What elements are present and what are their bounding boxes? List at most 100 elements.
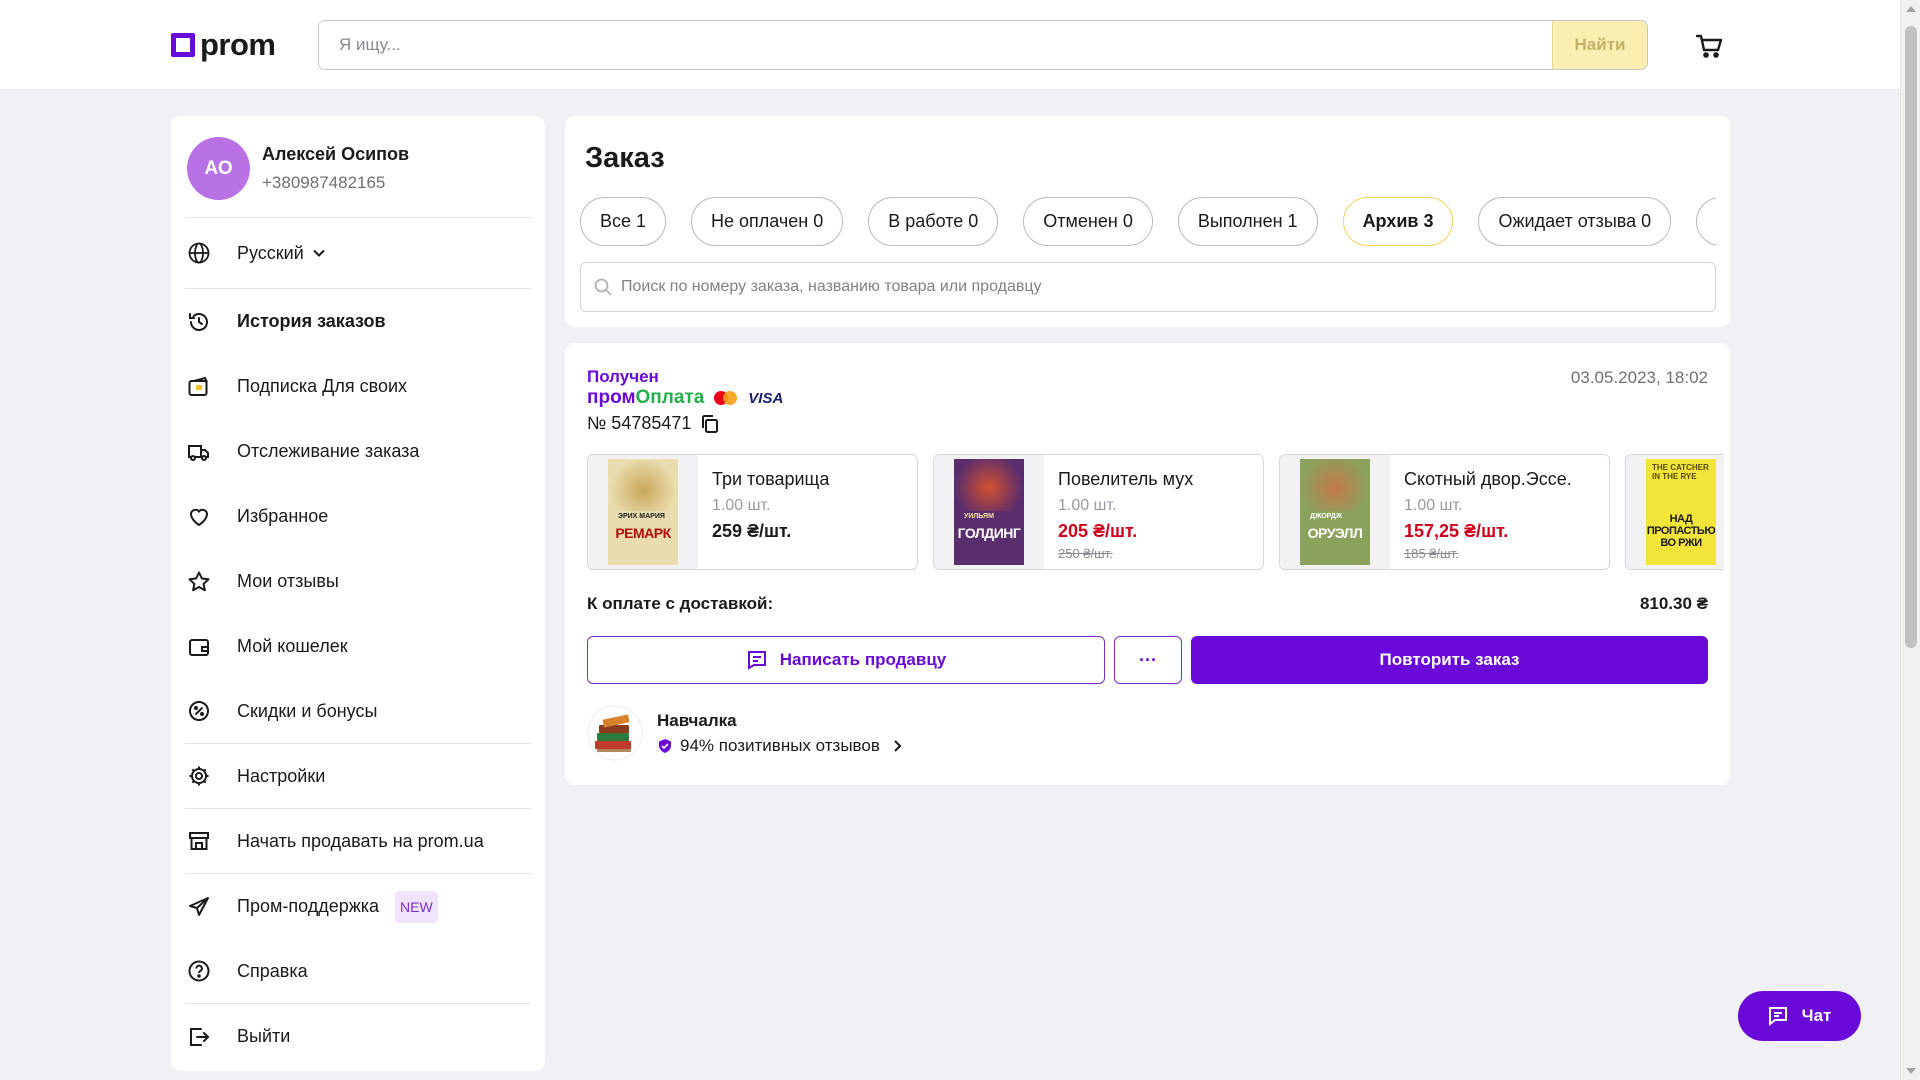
seller-logo bbox=[587, 705, 643, 761]
profile-phone: +380987482165 bbox=[262, 173, 386, 192]
write-seller-button[interactable]: Написать продавцу bbox=[587, 636, 1105, 684]
sidebar-item-order-history[interactable]: История заказов bbox=[185, 289, 531, 354]
sidebar-item-subscription[interactable]: Подписка Для своих bbox=[185, 354, 531, 419]
prom-logo[interactable]: prom bbox=[171, 27, 276, 62]
seller-rating-text: 94% позитивных отзывов bbox=[680, 735, 880, 755]
product-title: Повелитель мух bbox=[1058, 469, 1194, 489]
avatar: АО bbox=[187, 137, 250, 200]
seller-name: Навчалка bbox=[657, 710, 737, 730]
tab-all[interactable]: Все 1 bbox=[580, 197, 667, 246]
product-info: Повелитель мух 1.00 шт. 205 ₴/шт. 250 ₴/… bbox=[1044, 455, 1193, 569]
product-card[interactable]: ДЖОРДЖ ОРУЭЛЛ Скотный двор.Эссе. 1.00 шт… bbox=[1279, 454, 1610, 570]
sidebar-item-label: Подписка Для своих bbox=[237, 376, 408, 396]
scroll-down-icon[interactable] bbox=[1906, 1068, 1916, 1074]
sidebar-item-support[interactable]: Пром-поддержка NEW bbox=[185, 874, 531, 939]
total-label: К оплате с доставкой: bbox=[587, 594, 774, 613]
tab-awaiting-review[interactable]: Ожидает отзыва 0 bbox=[1478, 197, 1672, 246]
product-price: 205 ₴/шт. bbox=[1058, 521, 1138, 541]
product-card[interactable]: ЭРИХ МАРИЯ РЕМАРК Три товарища 1.00 шт. … bbox=[587, 454, 918, 570]
tab-archive[interactable]: Архив 3 bbox=[1342, 197, 1454, 246]
sidebar-item-reviews[interactable]: Мои отзывы bbox=[185, 549, 531, 614]
order-card: Получен пром Оплата VISA № 54785471 03.05… bbox=[565, 343, 1730, 785]
logo-text: prom bbox=[200, 27, 276, 62]
scroll-up-icon[interactable] bbox=[1906, 6, 1916, 12]
search-button[interactable]: Найти bbox=[1552, 21, 1647, 69]
profile-block[interactable]: АО Алексей Осипов +380987482165 bbox=[185, 116, 531, 218]
sidebar-item-logout[interactable]: Выйти bbox=[185, 1004, 531, 1069]
sidebar-item-tracking[interactable]: Отслеживание заказа bbox=[185, 419, 531, 484]
product-card[interactable]: УИЛЬЯМ ГОЛДИНГ Повелитель мух 1.00 шт. 2… bbox=[933, 454, 1264, 570]
write-seller-label: Написать продавцу bbox=[779, 650, 947, 669]
tab-completed[interactable]: Выполнен 1 bbox=[1177, 197, 1318, 246]
order-number: № 54785471 bbox=[587, 413, 720, 434]
payment-method: пром Оплата VISA bbox=[587, 387, 783, 409]
total-value: 810.30 ₴ bbox=[1639, 594, 1708, 613]
profile-info: Алексей Осипов +380987482165 bbox=[262, 144, 409, 193]
search-input[interactable] bbox=[319, 21, 1552, 69]
product-old-price: 185 ₴/шт. bbox=[1404, 546, 1459, 561]
product-title: Скотный двор.Эссе. bbox=[1404, 469, 1572, 489]
product-list: ЭРИХ МАРИЯ РЕМАРК Три товарища 1.00 шт. … bbox=[587, 454, 1724, 574]
order-number-text: № 54785471 bbox=[587, 413, 692, 433]
search-bar: Найти bbox=[318, 20, 1648, 70]
sidebar-item-label: Избранное bbox=[237, 506, 329, 526]
order-date: 03.05.2023, 18:02 bbox=[1570, 368, 1708, 387]
truck-icon bbox=[188, 444, 209, 461]
copy-icon[interactable] bbox=[700, 414, 720, 434]
more-actions-button[interactable]: ··· bbox=[1114, 636, 1182, 684]
tab-in-progress[interactable]: В работе 0 bbox=[868, 197, 999, 246]
page-scrollbar[interactable] bbox=[1900, 0, 1920, 1080]
chat-button[interactable]: Чат bbox=[1738, 991, 1861, 1041]
product-qty: 1.00 шт. bbox=[1404, 497, 1463, 514]
product-info: Скотный двор.Эссе. 1.00 шт. 157,25 ₴/шт.… bbox=[1390, 455, 1572, 569]
sidebar-item-settings[interactable]: Настройки bbox=[185, 744, 531, 809]
tab-more[interactable]: Пр bbox=[1696, 197, 1716, 246]
sidebar-item-label: Отслеживание заказа bbox=[237, 441, 420, 461]
seller-rating[interactable]: 94% позитивных отзывов bbox=[657, 736, 904, 756]
paper-plane-icon bbox=[189, 896, 209, 916]
verified-shield-icon bbox=[659, 738, 671, 753]
product-card[interactable]: THE CATCHER IN THE RYE НАД ПРОПАСТЬЮ ВО … bbox=[1625, 454, 1724, 570]
repeat-order-button[interactable]: Повторить заказ bbox=[1191, 636, 1708, 684]
subscription-icon bbox=[188, 376, 208, 396]
sidebar-item-label: Выйти bbox=[237, 1026, 291, 1046]
language-selector[interactable]: Русский bbox=[185, 218, 531, 289]
order-search-input[interactable] bbox=[613, 278, 1715, 296]
product-info: Три товарища 1.00 шт. 259 ₴/шт. bbox=[698, 455, 829, 569]
product-qty: 1.00 шт. bbox=[712, 497, 771, 514]
language-label: Русский bbox=[237, 242, 304, 263]
discount-icon bbox=[189, 701, 209, 721]
message-icon bbox=[747, 651, 766, 670]
profile-name: Алексей Осипов bbox=[262, 144, 410, 164]
help-icon bbox=[188, 960, 210, 982]
sidebar-item-label: Мой кошелек bbox=[237, 636, 348, 656]
sidebar-item-label: Начать продавать на prom.ua bbox=[237, 830, 484, 851]
product-image: ЭРИХ МАРИЯ РЕМАРК bbox=[588, 455, 698, 569]
product-old-price: 250 ₴/шт. bbox=[1058, 546, 1113, 561]
sidebar-item-label: История заказов bbox=[237, 311, 386, 331]
sidebar-item-help[interactable]: Справка bbox=[185, 939, 531, 1004]
book-cover: ЭРИХ МАРИЯ РЕМАРК bbox=[608, 459, 678, 565]
sidebar-item-start-selling[interactable]: Начать продавать на prom.ua bbox=[185, 809, 531, 874]
tab-unpaid[interactable]: Не оплачен 0 bbox=[691, 197, 844, 246]
chevron-right-icon bbox=[894, 739, 902, 752]
oplata-label: Оплата bbox=[635, 387, 705, 408]
product-price: 157,25 ₴/шт. bbox=[1404, 521, 1509, 541]
chat-icon bbox=[1768, 1007, 1787, 1026]
seller-block[interactable]: Навчалка 94% позитивных отзывов bbox=[587, 705, 904, 761]
orders-filter-card: Заказ Все 1 Не оплачен 0 В работе 0 Отме… bbox=[565, 116, 1730, 327]
product-title: Три товарища bbox=[712, 469, 830, 489]
sidebar-item-discounts[interactable]: Скидки и бонусы bbox=[185, 679, 531, 744]
product-image: ДЖОРДЖ ОРУЭЛЛ bbox=[1280, 455, 1390, 569]
scroll-thumb[interactable] bbox=[1905, 26, 1917, 648]
page-title: Заказ bbox=[585, 142, 665, 174]
new-badge: NEW bbox=[395, 890, 438, 923]
product-image: THE CATCHER IN THE RYE НАД ПРОПАСТЬЮ ВО … bbox=[1626, 455, 1724, 569]
order-status-tabs: Все 1 Не оплачен 0 В работе 0 Отменен 0 … bbox=[580, 197, 1716, 249]
sidebar-item-label: Настройки bbox=[237, 765, 326, 786]
sidebar-item-favorites[interactable]: Избранное bbox=[185, 484, 531, 549]
tab-cancelled[interactable]: Отменен 0 bbox=[1023, 197, 1153, 246]
cart-icon[interactable] bbox=[1695, 32, 1723, 60]
sidebar-item-wallet[interactable]: Мой кошелек bbox=[185, 614, 531, 679]
sidebar-item-label: Пром-поддержка bbox=[237, 896, 380, 916]
